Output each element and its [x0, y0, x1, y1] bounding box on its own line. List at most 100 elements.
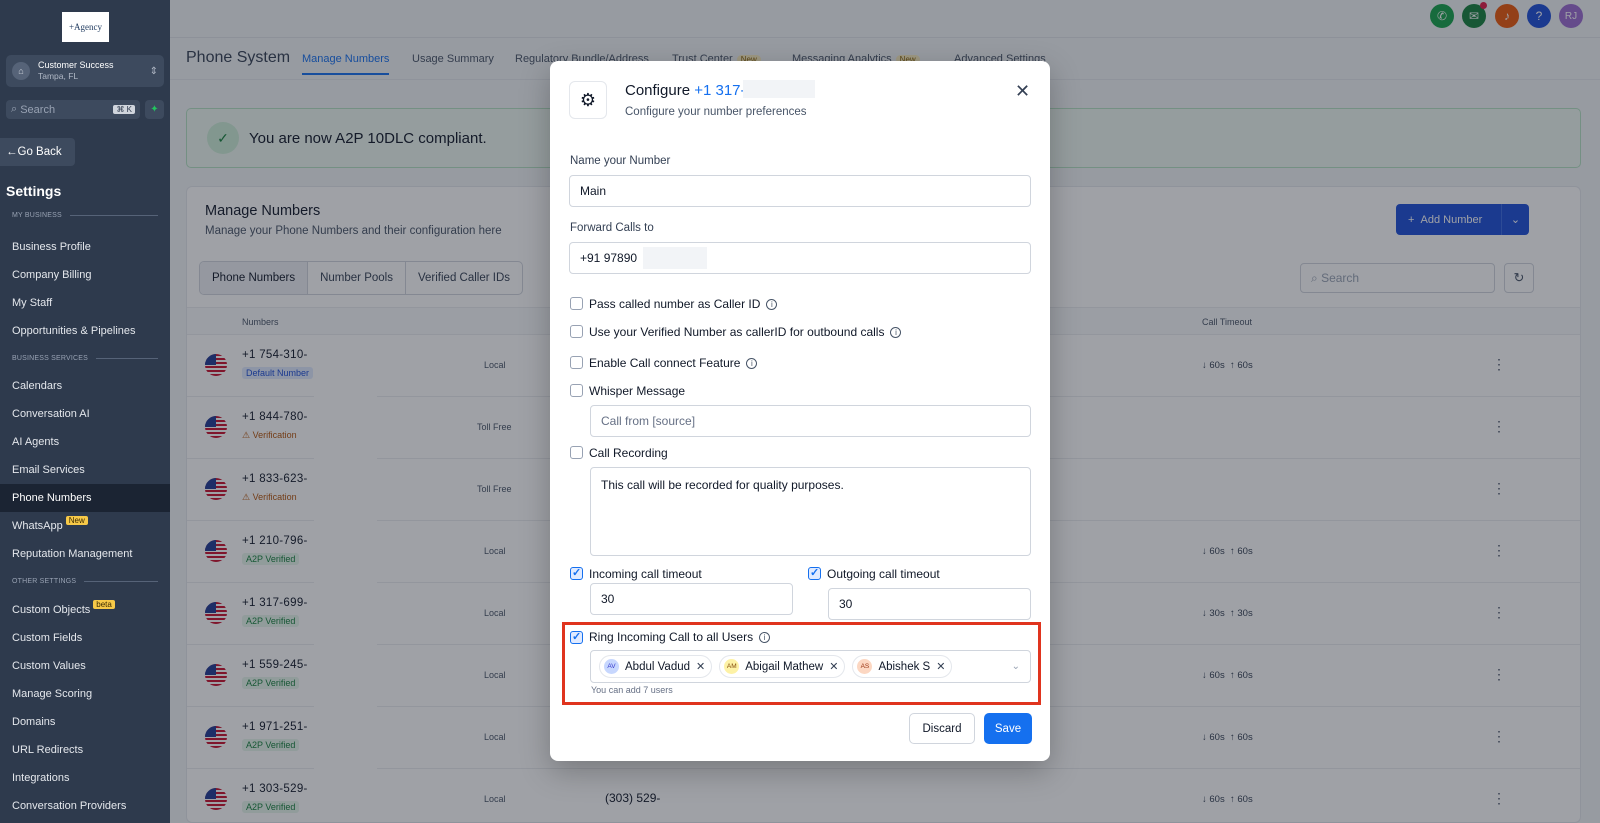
location-switcher[interactable]: ⌂ Customer Success Tampa, FL ⇕ [6, 55, 164, 87]
ring-all-users-checkbox[interactable] [570, 630, 583, 644]
ring-all-users-label: Ring Incoming Call to all Users i [589, 630, 771, 644]
modal-title-text: Configure [625, 82, 691, 99]
arrow-left-icon: ← [6, 146, 18, 158]
beta-badge: beta [93, 599, 115, 609]
avatar: AS [857, 659, 873, 674]
close-icon[interactable]: ✕ [1015, 81, 1030, 102]
name-label: Name your Number [570, 155, 671, 167]
outgoing-timeout-label: Outgoing call timeout [827, 567, 940, 581]
sidebar: +Agency ⌂ Customer Success Tampa, FL ⇕ ⌕… [0, 0, 170, 823]
info-icon[interactable]: i [746, 358, 758, 370]
redaction-box [643, 247, 708, 269]
location-name: Customer Success [38, 60, 114, 70]
users-multiselect[interactable]: AV Abdul Vadud ✕ AM Abigail Mathew ✕ AS Abish… [590, 650, 1031, 683]
whisper-label: Whisper Message [589, 384, 686, 398]
go-back-button[interactable]: ← Go Back [0, 138, 75, 166]
sidebar-item-label: AI Agents [12, 436, 60, 448]
sidebar-item-label: Email Services [12, 464, 85, 476]
chevron-down-icon[interactable]: ⌄ [1012, 661, 1020, 672]
modal-title: Configure +1 317-( [625, 82, 751, 99]
incoming-timeout-checkbox[interactable] [570, 566, 583, 580]
sidebar-item-label: Calendars [12, 380, 63, 392]
incoming-timeout-input[interactable]: 30 [590, 583, 793, 615]
verified-caller-checkbox[interactable] [570, 325, 583, 338]
info-icon[interactable]: i [759, 632, 771, 644]
sidebar-item-conversation-ai[interactable]: Conversation AI [0, 400, 170, 428]
sidebar-item-whatsapp[interactable]: WhatsApp New [0, 512, 170, 540]
number-name-input[interactable]: Main [569, 175, 1031, 207]
sidebar-item-domains[interactable]: Domains [0, 708, 170, 736]
sidebar-item-label: Phone Numbers [12, 492, 92, 504]
sidebar-item-custom-fields[interactable]: Custom Fields [0, 624, 170, 652]
sidebar-item-url-redirects[interactable]: URL Redirects [0, 736, 170, 764]
sidebar-item-company-billing[interactable]: Company Billing [0, 261, 170, 289]
sidebar-item-custom-values[interactable]: Custom Values [0, 652, 170, 680]
sidebar-item-label: WhatsApp [12, 520, 63, 532]
option-text: Ring Incoming Call to all Users [589, 630, 754, 644]
forward-calls-input[interactable]: +91 97890 [569, 242, 1031, 274]
sidebar-item-label: Conversation AI [12, 408, 90, 420]
new-badge: New [65, 515, 88, 525]
avatar: AM [724, 659, 740, 674]
sidebar-item-phone-numbers[interactable]: Phone Numbers [0, 484, 170, 512]
user-name: Abishek S [878, 660, 931, 673]
go-back-label: Go Back [17, 146, 62, 158]
sparkle-icon[interactable]: ✦ [145, 100, 164, 119]
option-text: Use your Verified Number as callerID for… [589, 325, 885, 339]
remove-icon[interactable]: ✕ [829, 660, 838, 673]
recording-message-textarea[interactable]: This call will be recorded for quality p… [590, 467, 1031, 556]
forward-calls-value: +91 97890 [580, 251, 638, 265]
sidebar-item-integrations[interactable]: Integrations [0, 764, 170, 792]
sidebar-item-opportunities[interactable]: Opportunities & Pipelines [0, 317, 170, 345]
pass-caller-id-checkbox[interactable] [570, 297, 583, 310]
sidebar-item-custom-objects[interactable]: Custom Objects beta [0, 596, 170, 624]
call-connect-label: Enable Call connect Feature i [589, 356, 758, 370]
sidebar-item-label: Opportunities & Pipelines [12, 325, 136, 337]
sidebar-item-label: Integrations [12, 772, 70, 784]
remove-icon[interactable]: ✕ [696, 660, 705, 673]
sidebar-item-my-staff[interactable]: My Staff [0, 289, 170, 317]
pass-caller-id-label: Pass called number as Caller ID i [589, 297, 778, 311]
sidebar-item-label: Company Billing [12, 269, 92, 281]
user-chip: AV Abdul Vadud ✕ [599, 655, 713, 678]
option-text: Pass called number as Caller ID [589, 297, 761, 311]
section-other-settings: OTHER SETTINGS [12, 578, 158, 585]
whisper-checkbox[interactable] [570, 384, 583, 397]
incoming-timeout-label: Incoming call timeout [589, 567, 702, 581]
chevron-up-down-icon: ⇕ [149, 65, 158, 77]
section-my-business: MY BUSINESS [12, 212, 158, 219]
sidebar-item-label: Conversation Providers [12, 800, 127, 812]
sidebar-item-label: Custom Objects [12, 604, 91, 616]
modal-subtitle: Configure your number preferences [625, 106, 807, 118]
info-icon[interactable]: i [890, 327, 902, 339]
search-shortcut: ⌘ K [113, 105, 135, 114]
forward-label: Forward Calls to [570, 222, 654, 234]
option-text: Enable Call connect Feature [589, 356, 741, 370]
info-icon[interactable]: i [766, 299, 778, 311]
sidebar-item-conversation-providers[interactable]: Conversation Providers [0, 792, 170, 820]
whisper-message-input[interactable]: Call from [source] [590, 405, 1031, 437]
sidebar-search[interactable]: ⌕ Search ⌘ K [6, 100, 140, 119]
section-business-services: BUSINESS SERVICES [12, 355, 158, 362]
sidebar-item-business-profile[interactable]: Business Profile [0, 233, 170, 261]
user-name: Abigail Mathew [745, 660, 824, 673]
sidebar-item-email-services[interactable]: Email Services [0, 456, 170, 484]
agency-logo: +Agency [62, 12, 109, 42]
sidebar-item-label: Business Profile [12, 241, 91, 253]
sidebar-item-manage-scoring[interactable]: Manage Scoring [0, 680, 170, 708]
discard-button[interactable]: Discard [909, 713, 975, 744]
sidebar-item-ai-agents[interactable]: AI Agents [0, 428, 170, 456]
location-icon: ⌂ [12, 62, 30, 80]
call-recording-checkbox[interactable] [570, 446, 583, 459]
sidebar-item-label: Custom Fields [12, 632, 83, 644]
sidebar-item-label: Reputation Management [12, 548, 133, 560]
save-button[interactable]: Save [984, 713, 1032, 744]
remove-icon[interactable]: ✕ [936, 660, 945, 673]
verified-caller-label: Use your Verified Number as callerID for… [589, 325, 902, 339]
outgoing-timeout-input[interactable]: 30 [828, 588, 1031, 620]
sidebar-item-reputation[interactable]: Reputation Management [0, 540, 170, 568]
call-connect-checkbox[interactable] [570, 356, 583, 369]
search-icon: ⌕ [11, 103, 21, 115]
outgoing-timeout-checkbox[interactable] [808, 566, 821, 580]
sidebar-item-calendars[interactable]: Calendars [0, 372, 170, 400]
